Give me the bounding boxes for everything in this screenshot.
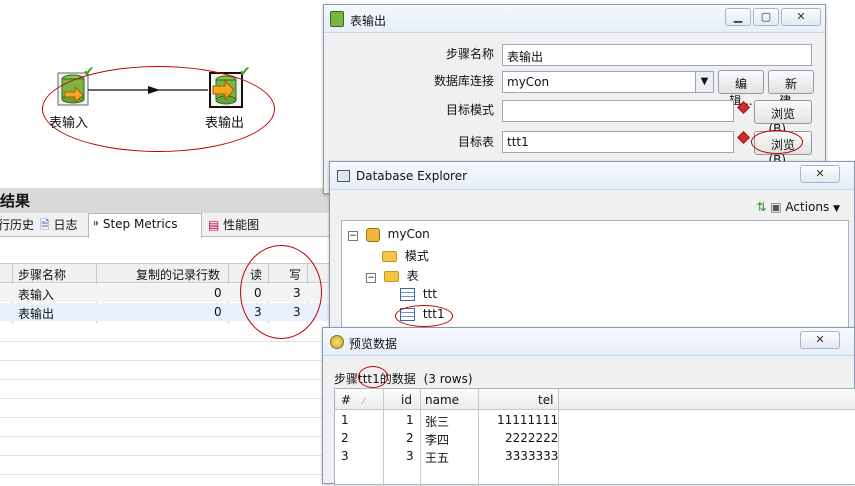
chart-icon: ▤ xyxy=(208,218,220,232)
new-connection-button[interactable]: 新建... xyxy=(768,70,814,108)
sort-icon: ⁄ xyxy=(362,397,365,407)
tree-item-schemas[interactable]: 模式 xyxy=(382,247,429,264)
annotation-ellipse-steps xyxy=(42,66,275,152)
chevron-down-icon[interactable]: ▼ xyxy=(695,72,713,92)
preview-header xyxy=(335,389,855,410)
annotation-ellipse-read-write xyxy=(240,245,322,339)
col-id[interactable]: id xyxy=(401,393,412,407)
col-tel[interactable]: tel xyxy=(538,393,553,407)
collapse-icon[interactable]: − xyxy=(366,273,376,283)
tab-log[interactable]: 🗎 日志 xyxy=(40,216,78,237)
actions-menu[interactable]: ⇅ ▣ Actions ▼ xyxy=(756,200,840,214)
db-tree: − myCon 模式 − 表 ttt ttt1 xyxy=(341,220,849,332)
footsteps-icon: ⁍ xyxy=(93,217,99,231)
col-step-name[interactable]: 步骤名称 xyxy=(18,266,66,283)
edit-connection-button[interactable]: 编辑... xyxy=(718,70,764,108)
db-connection-select[interactable]: myCon ▼ xyxy=(502,71,714,93)
row-step-name: 表输入 xyxy=(18,288,55,302)
dialog-titlebar[interactable]: 表输出 ▁ ▢ ✕ xyxy=(324,5,825,33)
collapse-icon[interactable]: − xyxy=(348,231,358,241)
target-table-label: 目标表 xyxy=(458,135,495,149)
preview-title: 预览数据 xyxy=(349,337,398,351)
maximize-button[interactable]: ▢ xyxy=(753,8,779,26)
preview-icon xyxy=(330,335,344,349)
results-panel: 结果 行历史 🗎 日志 ⁍ Step Metrics ▤ 性能图 步骤名称 复制… xyxy=(0,185,330,484)
preview-titlebar[interactable]: 预览数据 ✕ xyxy=(323,328,854,356)
target-schema-label: 目标模式 xyxy=(446,103,495,117)
annotation-ellipse-caption xyxy=(358,366,388,388)
step-name-label: 步骤名称 xyxy=(446,47,495,61)
folder-icon xyxy=(383,271,399,282)
caret-down-icon: ▼ xyxy=(833,204,840,214)
tab-performance[interactable]: ▤ 性能图 xyxy=(208,216,259,233)
col-number[interactable]: # ⁄ xyxy=(341,393,364,407)
row-step-name: 表输出 xyxy=(18,307,55,321)
table-output-icon xyxy=(330,11,344,27)
tab-row-history[interactable]: 行历史 xyxy=(0,216,34,233)
window-icon xyxy=(337,170,350,182)
preview-table: # ⁄ id name tel 1 1 张三 11111111 2 2 李四 2… xyxy=(334,388,855,486)
step-name-input[interactable]: 表输出 xyxy=(502,44,812,66)
log-icon: 🗎 xyxy=(40,218,50,232)
table-row[interactable]: 1 1 张三 11111111 xyxy=(335,411,855,429)
target-schema-input[interactable] xyxy=(502,100,734,122)
preview-data-dialog: 预览数据 ✕ 步骤ttt1的数据 (3 rows) # ⁄ id name te… xyxy=(322,327,855,486)
annotation-ellipse-ttt1 xyxy=(395,305,453,327)
tree-item-connection[interactable]: − myCon xyxy=(348,227,430,242)
results-title: 结果 xyxy=(0,192,31,210)
table-row[interactable]: 2 2 李四 2222222 xyxy=(335,429,855,447)
browse-schema-button[interactable]: 浏览(B)... xyxy=(754,100,812,136)
close-button[interactable]: ✕ xyxy=(781,8,821,26)
row-copied: 0 xyxy=(214,305,222,319)
metrics-table: 步骤名称 复制的记录行数 读 写 表输入 0 0 3 表输出 0 3 3 xyxy=(0,245,330,484)
annotation-ellipse-browse xyxy=(751,130,803,154)
table-icon xyxy=(400,288,415,301)
col-copied-rows[interactable]: 复制的记录行数 xyxy=(136,266,220,283)
preview-caption: 步骤ttt1的数据 (3 rows) xyxy=(334,372,473,386)
minimize-button[interactable]: ▁ xyxy=(725,8,751,26)
refresh-icon: ⇅ xyxy=(756,200,767,214)
col-name[interactable]: name xyxy=(425,393,459,407)
close-button[interactable]: ✕ xyxy=(800,165,840,183)
database-explorer-dialog: Database Explorer ✕ ⇅ ▣ Actions ▼ − myCo… xyxy=(329,161,855,332)
explorer-titlebar[interactable]: Database Explorer ✕ xyxy=(330,162,854,190)
database-connection-icon xyxy=(365,227,380,242)
row-copied: 0 xyxy=(214,286,222,300)
target-table-input[interactable]: ttt1 xyxy=(502,131,734,153)
tab-step-metrics[interactable]: ⁍ Step Metrics xyxy=(88,213,202,238)
folder-icon xyxy=(382,251,397,262)
variable-diamond-icon xyxy=(737,131,750,144)
table-row[interactable]: 3 3 王五 3333333 xyxy=(335,447,855,465)
close-button[interactable]: ✕ xyxy=(800,331,840,349)
tree-item-tables[interactable]: − 表 xyxy=(366,267,419,284)
database-icon: ▣ xyxy=(770,200,782,214)
explorer-title: Database Explorer xyxy=(356,169,468,183)
dialog-title: 表输出 xyxy=(350,14,387,28)
db-connection-label: 数据库连接 xyxy=(434,74,495,88)
tree-item-table[interactable]: ttt xyxy=(400,287,437,301)
transformation-canvas: ✔ 表输入 ✔ 表输出 xyxy=(0,0,322,185)
